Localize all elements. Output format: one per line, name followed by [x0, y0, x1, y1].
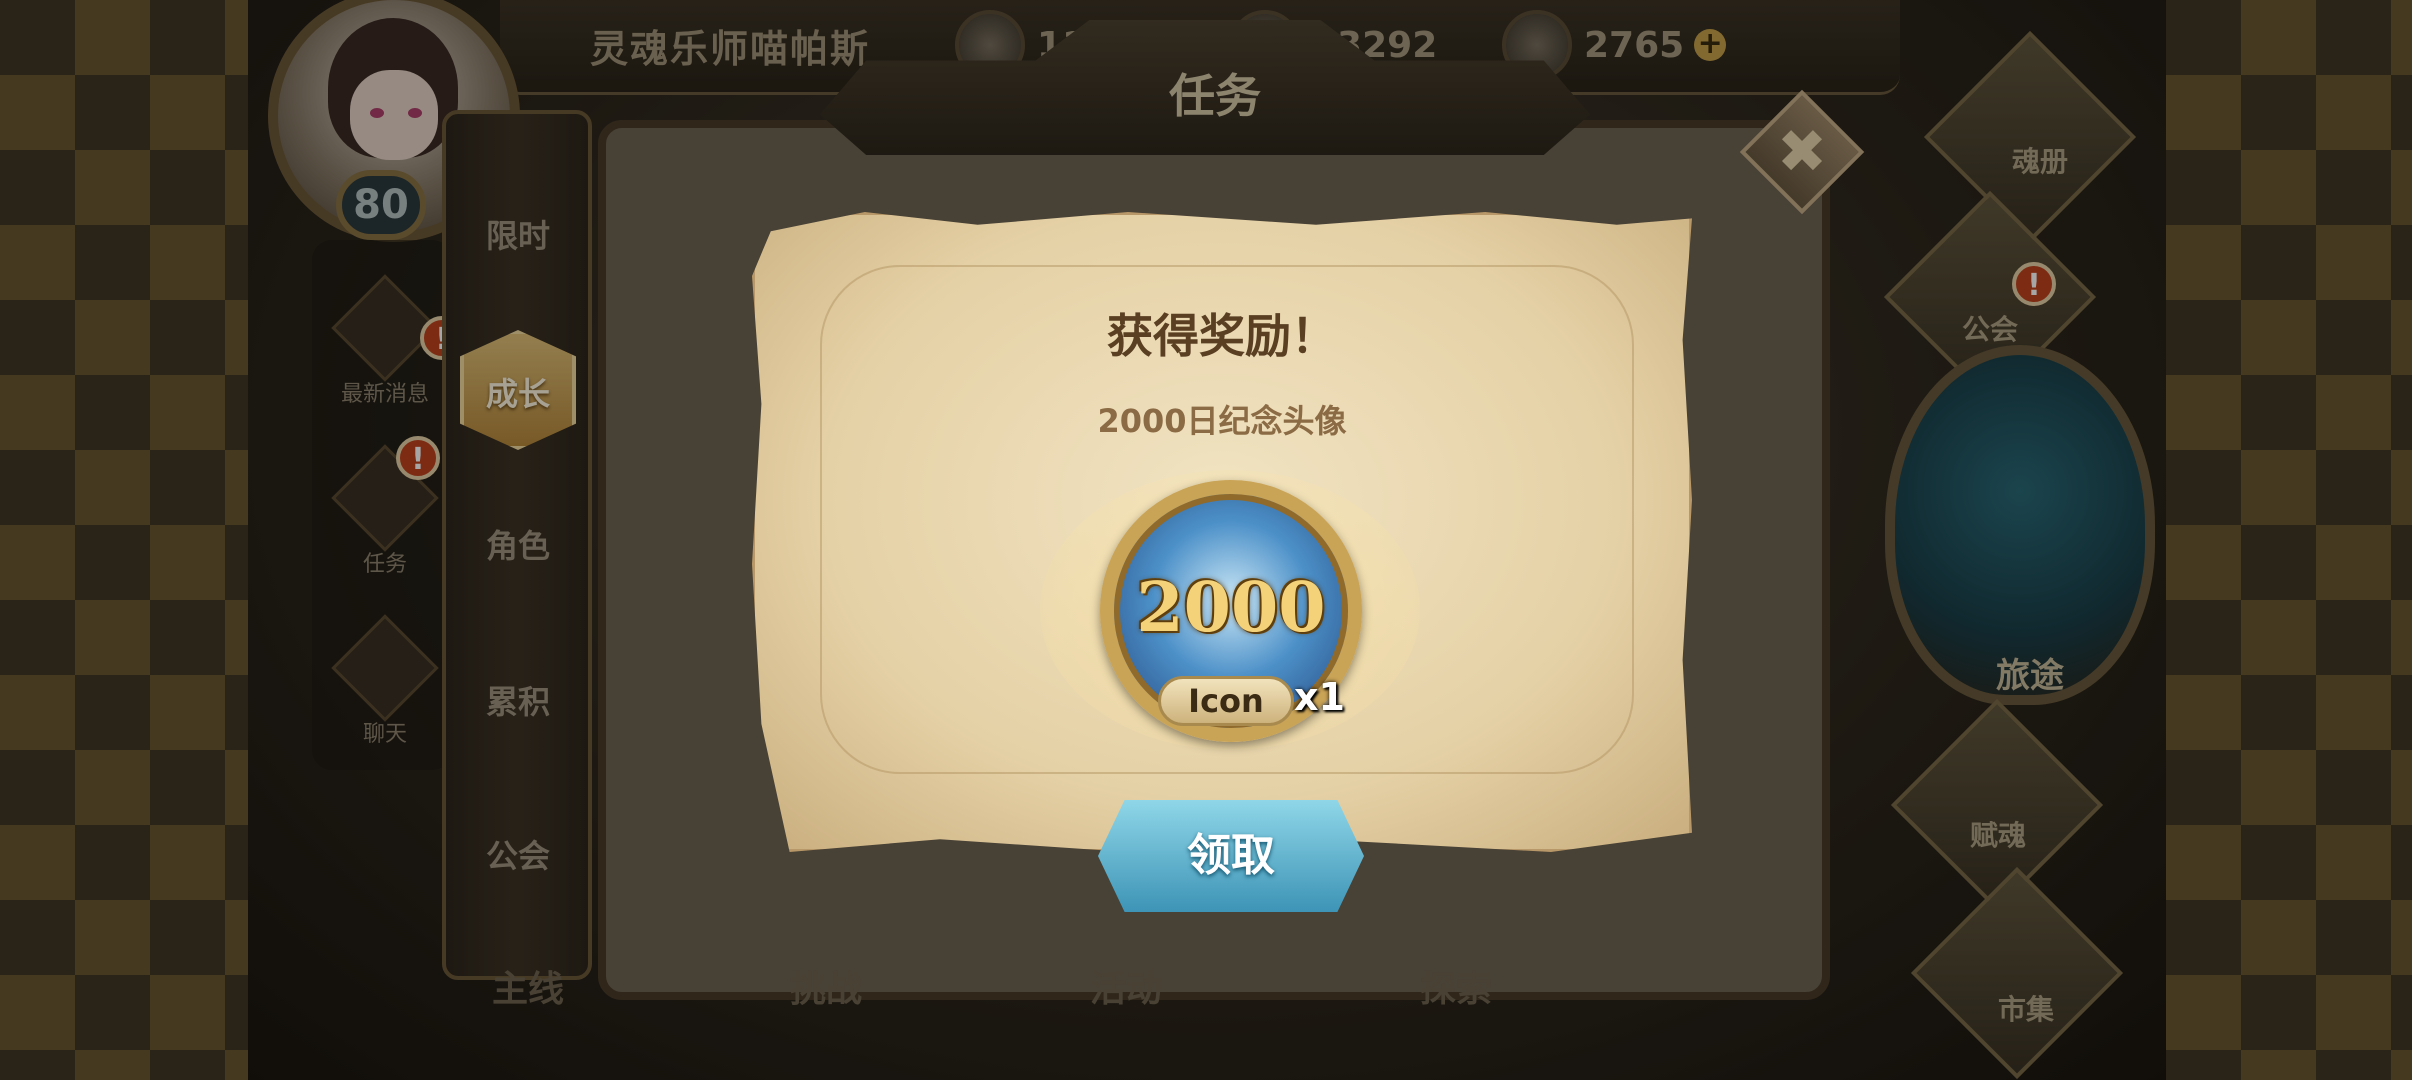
medal-number: 2000 [1136, 568, 1326, 648]
reward-quantity: x1 [1294, 675, 1345, 719]
claim-button-label[interactable]: 领取 [1098, 800, 1364, 912]
medal-banner: Icon [1158, 676, 1294, 726]
left-decor-panel [0, 0, 248, 1080]
reward-item-name: 2000日纪念头像 [1097, 402, 1347, 440]
reward-title: 获得奖励！ [1107, 309, 1337, 363]
right-decor-panel [2166, 0, 2412, 1080]
